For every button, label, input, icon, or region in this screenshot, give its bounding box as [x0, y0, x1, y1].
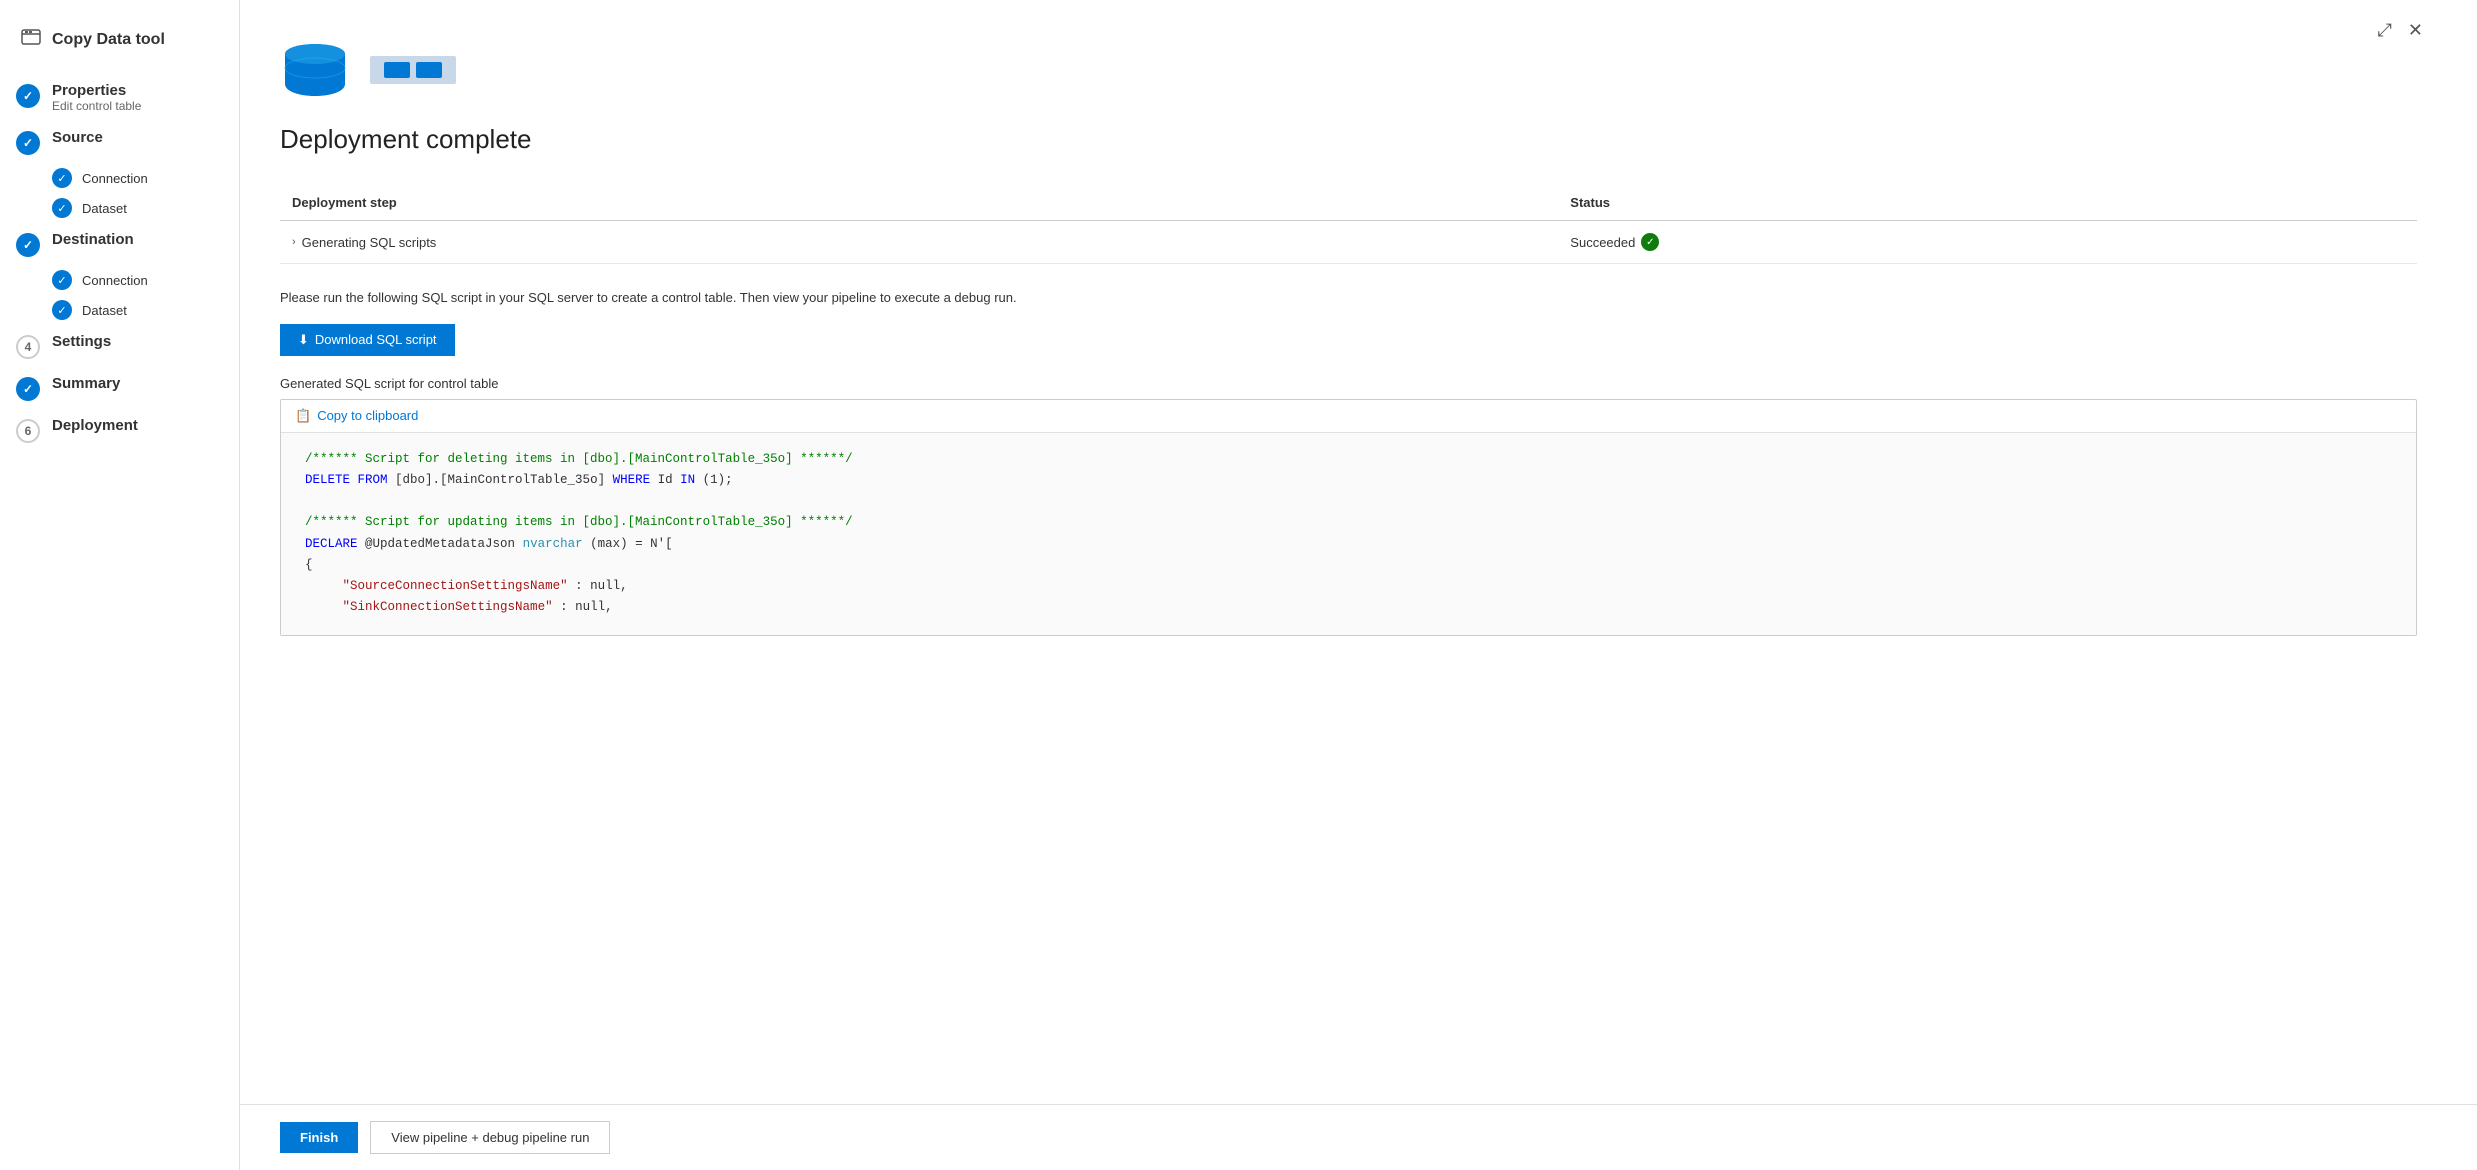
success-icon: ✓ — [1641, 233, 1659, 251]
chevron-right-icon: › — [292, 236, 296, 248]
code-line-4: /****** Script for updating items in [db… — [305, 512, 2392, 533]
table-row: › Generating SQL scripts Succeeded ✓ — [280, 221, 2417, 264]
code-line-3 — [305, 491, 2392, 512]
code-line-6: { — [305, 555, 2392, 576]
sql-script-box: 📋 Copy to clipboard /****** Script for d… — [280, 399, 2417, 636]
sidebar-item-destination[interactable]: ✓ Destination — [0, 223, 239, 265]
col-status: Status — [1558, 185, 2417, 221]
finish-button[interactable]: Finish — [280, 1122, 358, 1153]
icon-row — [280, 40, 2417, 100]
substep-label-source-connection: Connection — [82, 171, 148, 186]
substep-source-dataset[interactable]: ✓ Dataset — [0, 193, 239, 223]
sql-code-area: /****** Script for deleting items in [db… — [281, 433, 2416, 635]
footer-bar: Finish View pipeline + debug pipeline ru… — [240, 1104, 2477, 1170]
sql-section-label: Generated SQL script for control table — [280, 376, 2417, 391]
step-name: Generating SQL scripts — [302, 235, 437, 250]
col-deployment-step: Deployment step — [280, 185, 1558, 221]
download-sql-button[interactable]: ⬇ Download SQL script — [280, 324, 455, 356]
step-label-settings: Settings — [52, 333, 111, 350]
substep-destination-dataset[interactable]: ✓ Dataset — [0, 295, 239, 325]
app-icon — [20, 26, 42, 54]
substep-label-dest-dataset: Dataset — [82, 303, 127, 318]
step-indicator-summary: ✓ — [16, 377, 40, 401]
step-indicator-deployment: 6 — [16, 419, 40, 443]
step-indicator-properties: ✓ — [16, 84, 40, 108]
copy-to-clipboard-btn[interactable]: 📋 Copy to clipboard — [281, 400, 2416, 433]
substep-indicator-source-dataset: ✓ — [52, 198, 72, 218]
code-line-5: DECLARE @UpdatedMetadataJson nvarchar (m… — [305, 534, 2392, 555]
copy-icon: 📋 — [295, 408, 311, 424]
substep-label-source-dataset: Dataset — [82, 201, 127, 216]
step-label-summary: Summary — [52, 375, 120, 392]
expand-step-row[interactable]: › Generating SQL scripts — [292, 235, 1546, 250]
sidebar-item-deployment[interactable]: 6 Deployment — [0, 409, 239, 451]
copy-label: Copy to clipboard — [317, 408, 418, 423]
step-indicator-settings: 4 — [16, 335, 40, 359]
status-text: Succeeded — [1570, 235, 1635, 250]
view-pipeline-button[interactable]: View pipeline + debug pipeline run — [370, 1121, 610, 1154]
substep-destination-connection[interactable]: ✓ Connection — [0, 265, 239, 295]
substep-indicator-source-connection: ✓ — [52, 168, 72, 188]
main-scroll-area: Deployment complete Deployment step Stat… — [240, 0, 2477, 1104]
expand-button[interactable]: ⤢ — [2374, 16, 2396, 45]
main-content: ⤢ ✕ Deployment complete Deplo — [240, 0, 2477, 1170]
code-line-8: "SinkConnectionSettingsName" : null, — [305, 597, 2392, 618]
step-label-properties: Properties — [52, 82, 141, 99]
deployment-title: Deployment complete — [280, 124, 2417, 155]
close-button[interactable]: ✕ — [2404, 16, 2427, 45]
sidebar-item-properties[interactable]: ✓ Properties Edit control table — [0, 74, 239, 121]
app-title: Copy Data tool — [52, 31, 165, 49]
substep-label-dest-connection: Connection — [82, 273, 148, 288]
step-label-deployment: Deployment — [52, 417, 138, 434]
step-label-source: Source — [52, 129, 103, 146]
step-indicator-source: ✓ — [16, 131, 40, 155]
pipeline-icon — [370, 56, 456, 84]
source-db-icon — [280, 40, 350, 100]
step-indicator-destination: ✓ — [16, 233, 40, 257]
substep-indicator-dest-connection: ✓ — [52, 270, 72, 290]
download-label: Download SQL script — [315, 332, 437, 347]
download-icon: ⬇ — [298, 332, 309, 348]
substep-source-connection[interactable]: ✓ Connection — [0, 163, 239, 193]
info-text: Please run the following SQL script in y… — [280, 288, 2417, 308]
step-label-destination: Destination — [52, 231, 134, 248]
substep-indicator-dest-dataset: ✓ — [52, 300, 72, 320]
code-line-2: DELETE FROM [dbo].[MainControlTable_35o]… — [305, 470, 2392, 491]
sidebar-item-settings[interactable]: 4 Settings — [0, 325, 239, 367]
code-line-1: /****** Script for deleting items in [db… — [305, 449, 2392, 470]
sidebar-item-source[interactable]: ✓ Source — [0, 121, 239, 163]
sidebar: Copy Data tool ✓ Properties Edit control… — [0, 0, 240, 1170]
step-sublabel-properties: Edit control table — [52, 99, 141, 113]
app-header: Copy Data tool — [0, 16, 239, 74]
sidebar-item-summary[interactable]: ✓ Summary — [0, 367, 239, 409]
deployment-table: Deployment step Status › Generating SQL … — [280, 185, 2417, 264]
code-line-7: "SourceConnectionSettingsName" : null, — [305, 576, 2392, 597]
status-badge: Succeeded ✓ — [1570, 233, 2405, 251]
window-toolbar: ⤢ ✕ — [2374, 16, 2428, 45]
